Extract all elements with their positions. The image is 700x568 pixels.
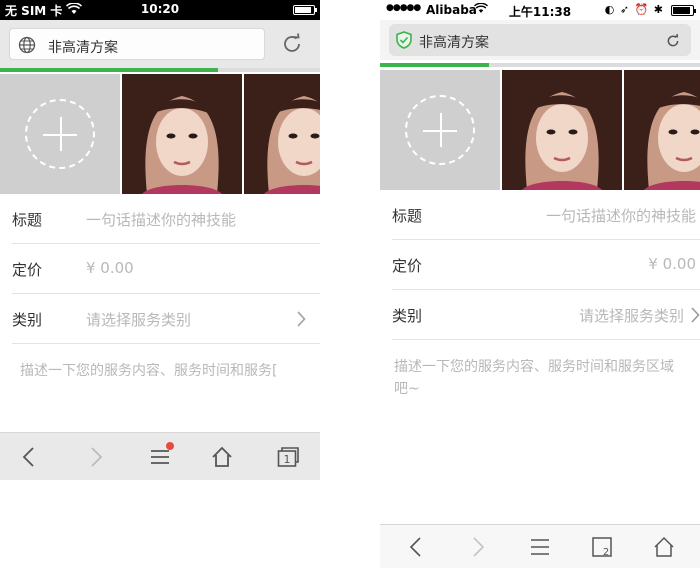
status-time: 10:20 <box>140 2 180 16</box>
price-label: 定价 <box>392 257 423 275</box>
service-form: 标题 一句话描述你的神技能 定价 ¥ 0.00 类别 请选择服务类别 <box>380 190 700 340</box>
title-row[interactable]: 标题 一句话描述你的神技能 <box>12 194 320 244</box>
load-progress <box>380 63 700 67</box>
shield-icon <box>396 31 414 49</box>
address-field[interactable]: 非高清方案 <box>389 24 691 56</box>
price-input[interactable]: ¥ 0.00 <box>648 255 696 273</box>
service-form: 标题 一句话描述你的神技能 定价 ¥ 0.00 类别 请选择服务类别 <box>0 194 320 344</box>
chevron-right-icon <box>296 311 306 327</box>
forward-icon[interactable] <box>466 535 490 559</box>
bottom-toolbar: 1 <box>0 432 320 480</box>
load-progress <box>0 68 320 72</box>
photo-thumbnail[interactable] <box>502 70 622 190</box>
menu-badge <box>166 442 174 450</box>
reload-icon[interactable] <box>665 33 681 49</box>
battery-icon <box>293 5 317 15</box>
title-row[interactable]: 标题 一句话描述你的神技能 <box>392 190 700 240</box>
price-input[interactable]: ¥ 0.00 <box>86 259 134 277</box>
price-row[interactable]: 定价 ¥ 0.00 <box>392 240 700 290</box>
category-select[interactable]: 请选择服务类别 <box>86 309 191 330</box>
status-bar: ●●●●● Alibaba 上午11:38 ◐ ➶ ⏰ ✱ <box>380 0 700 20</box>
category-select[interactable]: 请选择服务类别 <box>579 305 684 326</box>
tabs-count: 1 <box>284 453 291 466</box>
screen-b: ●●●●● Alibaba 上午11:38 ◐ ➶ ⏰ ✱ 非高清方案 标题 一… <box>380 0 700 568</box>
battery-icon <box>671 5 696 16</box>
menu-icon[interactable] <box>148 442 174 469</box>
description-input[interactable]: 描述一下您的服务内容、服务时间和服务区域吧~ <box>380 356 700 436</box>
category-label: 类别 <box>392 307 423 325</box>
page-title: 非高清方案 <box>419 35 489 51</box>
tabs-count: 2 <box>603 547 609 558</box>
title-input[interactable]: 一句话描述你的神技能 <box>546 205 696 226</box>
title-input[interactable]: 一句话描述你的神技能 <box>86 209 236 230</box>
reload-icon[interactable] <box>280 32 304 56</box>
menu-icon[interactable] <box>528 535 552 559</box>
add-image-button[interactable] <box>0 74 120 194</box>
image-strip <box>0 74 320 194</box>
photo-thumbnail[interactable] <box>122 74 242 194</box>
description-input[interactable]: 描述一下您的服务内容、服务时间和服务[ <box>0 360 320 382</box>
photo-thumbnail[interactable] <box>624 70 700 190</box>
address-bar: 非高清方案 <box>380 20 700 60</box>
price-label: 定价 <box>12 261 43 279</box>
tabs-icon[interactable]: 1 <box>276 445 300 469</box>
bottom-toolbar: 2 <box>380 524 700 568</box>
address-bar: 非高清方案 <box>0 20 320 68</box>
screen-a: 无 SIM 卡 10:20 非高清方案 标题 一句话描述你的神技能 定价 ¥ 0… <box>0 0 320 480</box>
tabs-icon[interactable]: 2 <box>590 535 614 559</box>
globe-icon <box>18 36 36 54</box>
progress-fill <box>0 68 218 72</box>
image-strip <box>380 70 700 190</box>
category-row[interactable]: 类别 请选择服务类别 <box>12 294 320 344</box>
address-field[interactable]: 非高清方案 <box>9 28 265 60</box>
back-icon[interactable] <box>404 535 428 559</box>
plus-icon <box>405 95 475 165</box>
home-icon[interactable] <box>210 445 234 469</box>
chevron-right-icon <box>690 307 700 323</box>
category-row[interactable]: 类别 请选择服务类别 <box>392 290 700 340</box>
title-label: 标题 <box>12 211 43 229</box>
forward-icon[interactable] <box>84 445 108 469</box>
home-icon[interactable] <box>652 535 676 559</box>
back-icon[interactable] <box>17 445 41 469</box>
plus-icon <box>25 99 95 169</box>
photo-thumbnail[interactable] <box>244 74 320 194</box>
add-image-button[interactable] <box>380 70 500 190</box>
page-title: 非高清方案 <box>48 40 118 56</box>
progress-fill <box>380 63 489 67</box>
category-label: 类别 <box>12 311 43 329</box>
price-row[interactable]: 定价 ¥ 0.00 <box>12 244 320 294</box>
title-label: 标题 <box>392 207 423 225</box>
status-icons: ◐ ➶ ⏰ ✱ <box>604 3 664 16</box>
status-bar: 无 SIM 卡 10:20 <box>0 0 320 20</box>
